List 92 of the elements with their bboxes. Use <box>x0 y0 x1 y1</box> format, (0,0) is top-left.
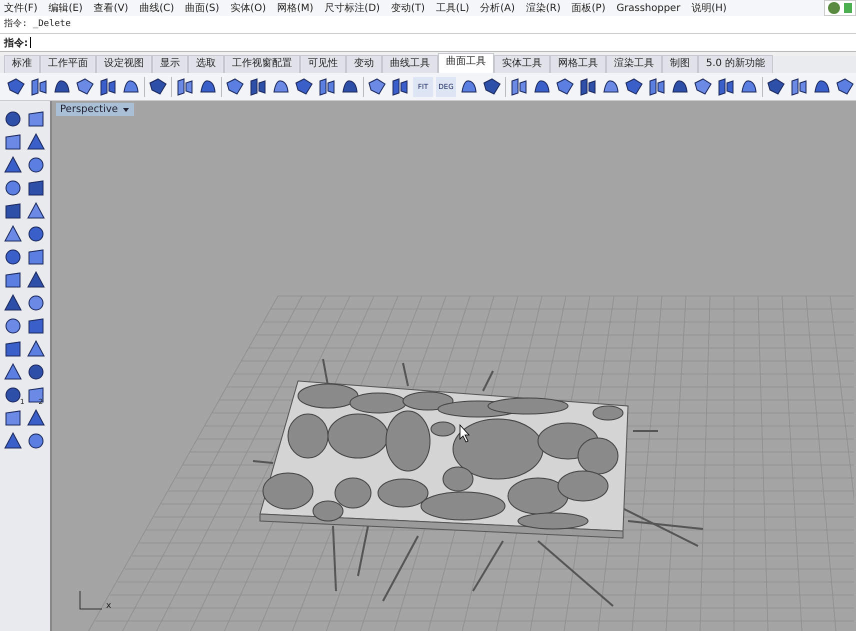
toolbar-tab[interactable]: 渲染工具 <box>606 55 662 73</box>
menu-item[interactable]: 曲面(S) <box>185 1 220 15</box>
toolbar-tab[interactable]: 设定视图 <box>96 55 152 73</box>
tool-icon[interactable] <box>3 155 23 175</box>
tool-icon[interactable] <box>835 76 855 96</box>
tool-icon[interactable] <box>26 178 46 198</box>
menu-item[interactable]: 网格(M) <box>276 1 314 15</box>
tool-icon[interactable] <box>3 224 23 244</box>
toolbar-tab[interactable]: 选取 <box>188 55 224 73</box>
toolbar-tab[interactable]: 工作视窗配置 <box>224 55 300 73</box>
toolbar-tab[interactable]: 标准 <box>4 55 40 73</box>
tool-icon[interactable] <box>789 76 809 96</box>
tool-icon[interactable] <box>26 339 46 359</box>
tool-icon[interactable] <box>3 247 23 267</box>
menu-item[interactable]: 渲染(R) <box>526 1 561 15</box>
menu-item[interactable]: 文件(F) <box>4 1 38 15</box>
tool-icon[interactable] <box>26 155 46 175</box>
menu-item[interactable]: Grasshopper <box>616 2 680 14</box>
toolbar-tab[interactable]: 实体工具 <box>494 55 550 73</box>
tool-icon[interactable] <box>3 316 23 336</box>
tool-icon[interactable] <box>3 201 23 221</box>
tool-icon[interactable] <box>3 385 23 405</box>
tool-icon[interactable] <box>3 339 23 359</box>
tool-icon[interactable] <box>26 431 46 451</box>
toolbar-tab[interactable]: 可见性 <box>300 55 346 73</box>
toolbar-tab[interactable]: 显示 <box>152 55 188 73</box>
toolbar-tab[interactable]: 曲线工具 <box>382 55 438 73</box>
viewport-tab[interactable]: Perspective <box>56 103 134 116</box>
command-field[interactable]: 指令: <box>0 34 856 52</box>
tool-icon[interactable] <box>509 76 529 96</box>
tool-icon[interactable] <box>3 408 23 428</box>
tool-icon[interactable] <box>225 76 245 96</box>
tool-icon[interactable] <box>26 224 46 244</box>
tool-icon[interactable] <box>3 132 23 152</box>
tool-icon[interactable] <box>3 270 23 290</box>
cursor-icon <box>460 424 470 443</box>
tool-icon[interactable] <box>26 109 46 129</box>
tool-icon[interactable] <box>26 385 46 405</box>
tool-icon[interactable] <box>98 76 118 96</box>
tool-icon[interactable] <box>26 132 46 152</box>
menu-item[interactable]: 尺寸标注(D) <box>324 1 380 15</box>
tool-icon[interactable] <box>367 76 387 96</box>
tool-icon[interactable] <box>29 76 49 96</box>
tool-icon[interactable] <box>26 201 46 221</box>
tool-icon[interactable] <box>26 293 46 313</box>
tool-icon[interactable] <box>6 76 26 96</box>
toolbar-tab[interactable]: 制图 <box>662 55 698 73</box>
tool-icon[interactable] <box>26 270 46 290</box>
tool-icon[interactable] <box>248 76 268 96</box>
caret-icon[interactable] <box>122 106 130 114</box>
tool-icon[interactable] <box>26 362 46 382</box>
tool-icon[interactable] <box>693 76 713 96</box>
tool-icon[interactable] <box>3 431 23 451</box>
tool-icon[interactable] <box>3 109 23 129</box>
tool-icon[interactable] <box>26 247 46 267</box>
toolbar-tab[interactable]: 变动 <box>346 55 382 73</box>
tool-icon[interactable] <box>317 76 337 96</box>
tool-icon[interactable] <box>75 76 95 96</box>
tool-icon[interactable] <box>555 76 575 96</box>
toolbar-tab[interactable]: 曲面工具 <box>438 53 494 73</box>
axis-icon <box>80 590 102 610</box>
tool-icon[interactable] <box>3 178 23 198</box>
command-prompt: 指令: <box>4 36 28 50</box>
menu-item[interactable]: 变动(T) <box>390 1 425 15</box>
tool-icon[interactable] <box>716 76 736 96</box>
toolbar-tab[interactable]: 网格工具 <box>550 55 606 73</box>
tool-icon[interactable] <box>624 76 644 96</box>
tool-icon[interactable] <box>294 76 314 96</box>
tool-icon[interactable] <box>647 76 667 96</box>
menu-item[interactable]: 工具(L) <box>436 1 470 15</box>
axis-label: x <box>106 601 112 611</box>
menu-item[interactable]: 面板(P) <box>572 1 606 15</box>
tool-icon[interactable] <box>175 76 195 96</box>
command-history: 指令: _Delete <box>0 16 856 34</box>
tool-icon[interactable] <box>390 76 410 96</box>
menu-item[interactable]: 说明(H) <box>691 1 727 15</box>
menu-item[interactable]: 编辑(E) <box>48 1 83 15</box>
menu-item[interactable]: 查看(V) <box>94 1 128 15</box>
tool-icon[interactable] <box>26 408 46 428</box>
tool-icon[interactable] <box>482 76 502 96</box>
tool-icon[interactable] <box>578 76 598 96</box>
tool-icon[interactable] <box>766 76 786 96</box>
square-icon[interactable] <box>843 1 853 15</box>
tool-icon[interactable] <box>3 293 23 313</box>
tool-icon[interactable] <box>26 316 46 336</box>
tool-icon[interactable] <box>148 76 168 96</box>
toolbar-tab[interactable]: 5.0 的新功能 <box>698 55 774 73</box>
menu-item[interactable]: 曲线(C) <box>139 1 174 15</box>
tool-icon[interactable] <box>3 362 23 382</box>
menu-item[interactable]: 实体(O) <box>230 1 266 15</box>
toolbar-tab[interactable]: 工作平面 <box>40 55 96 73</box>
menu-item[interactable]: 分析(A) <box>480 1 515 15</box>
